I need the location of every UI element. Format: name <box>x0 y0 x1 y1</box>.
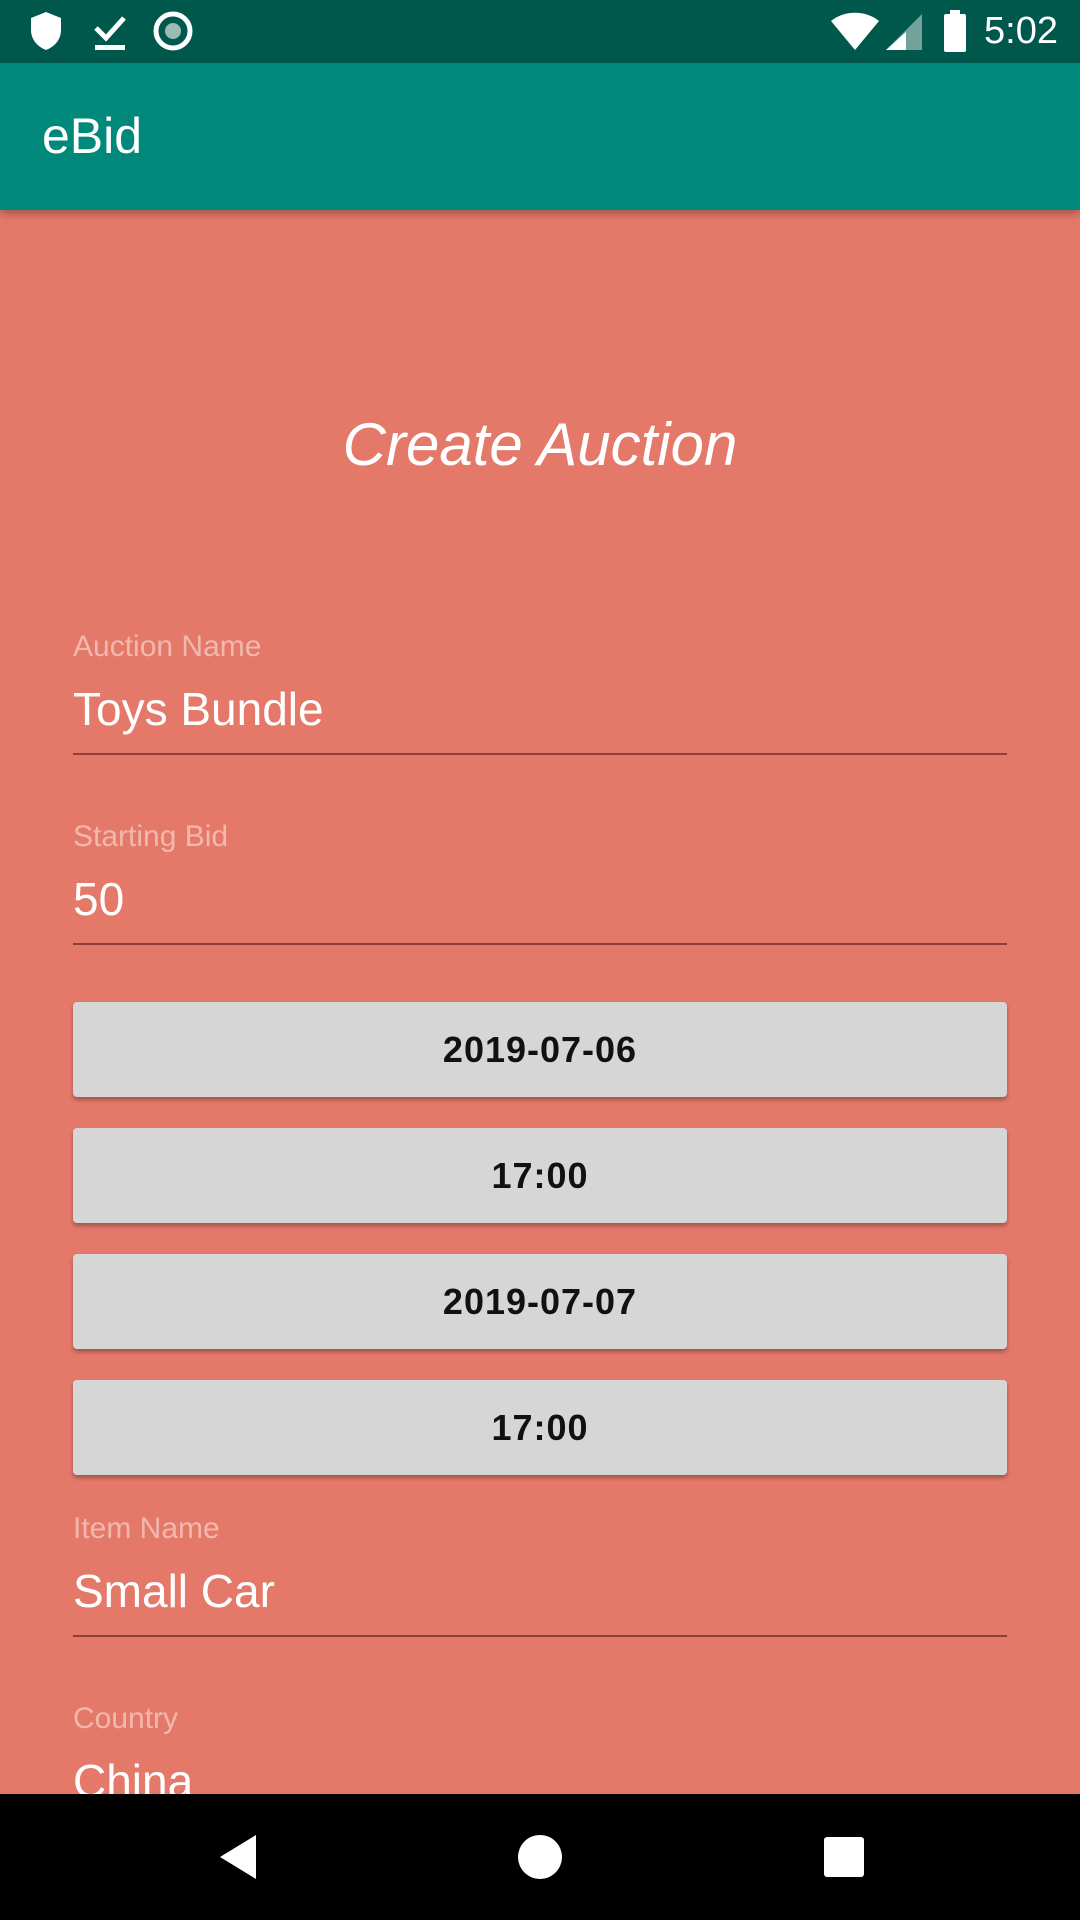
screen: 5:02 eBid Create Auction Auction Name To… <box>0 0 1080 1920</box>
navigation-bar <box>0 1794 1080 1920</box>
home-icon[interactable] <box>510 1827 570 1887</box>
starting-bid-input[interactable]: 50 <box>73 872 1007 926</box>
recents-icon[interactable] <box>814 1827 874 1887</box>
end-time-button[interactable]: 17:00 <box>73 1380 1007 1475</box>
back-icon[interactable] <box>208 1827 268 1887</box>
item-name-underline <box>73 1635 1007 1637</box>
item-name-input[interactable]: Small Car <box>73 1564 1007 1618</box>
auction-name-label: Auction Name <box>73 630 262 663</box>
record-circle-icon <box>152 10 194 52</box>
start-date-button[interactable]: 2019-07-06 <box>73 1002 1007 1097</box>
download-done-icon <box>92 10 128 52</box>
country-label: Country <box>73 1702 179 1735</box>
app-bar: eBid <box>0 63 1080 210</box>
starting-bid-label: Starting Bid <box>73 820 229 853</box>
country-input[interactable]: China <box>73 1754 1007 1794</box>
starting-bid-field[interactable]: Starting Bid 50 <box>73 820 1007 940</box>
create-auction-form: Create Auction Auction Name Toys Bundle … <box>0 210 1080 1794</box>
cell-signal-icon <box>884 12 924 54</box>
item-name-field[interactable]: Item Name Small Car <box>73 1512 1007 1632</box>
auction-name-field[interactable]: Auction Name Toys Bundle <box>73 630 1007 750</box>
shield-icon <box>28 10 64 52</box>
app-title: eBid <box>42 108 143 164</box>
end-date-button[interactable]: 2019-07-07 <box>73 1254 1007 1349</box>
start-time-button[interactable]: 17:00 <box>73 1128 1007 1223</box>
page-title: Create Auction <box>342 411 738 478</box>
auction-name-underline <box>73 753 1007 755</box>
status-time: 5:02 <box>984 10 1058 52</box>
wifi-icon <box>830 12 880 54</box>
battery-icon <box>942 10 968 52</box>
country-field[interactable]: Country China <box>73 1702 1007 1794</box>
auction-name-input[interactable]: Toys Bundle <box>73 682 1007 736</box>
status-bar: 5:02 <box>0 0 1080 63</box>
item-name-label: Item Name <box>73 1512 220 1545</box>
starting-bid-underline <box>73 943 1007 945</box>
